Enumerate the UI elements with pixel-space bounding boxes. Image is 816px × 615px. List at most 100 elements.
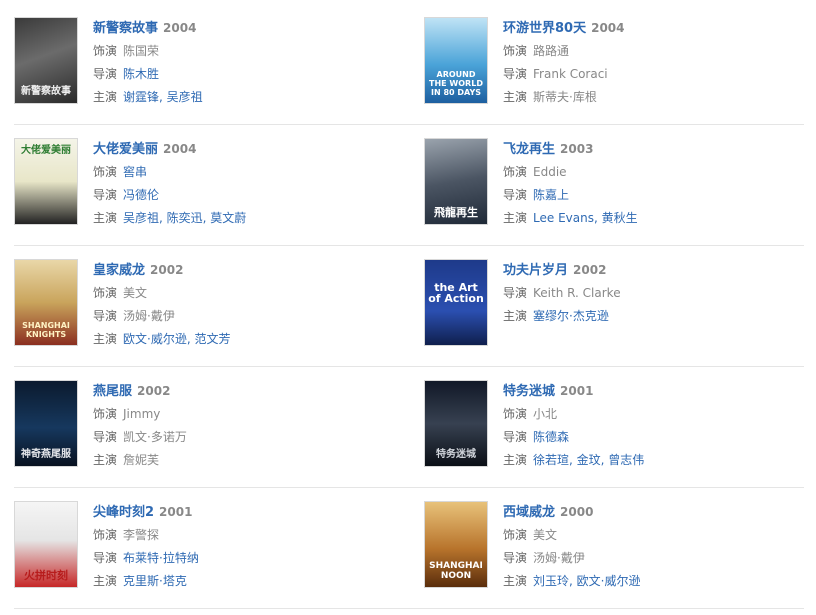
director-link[interactable]: 冯德伦 xyxy=(123,188,159,202)
cast-links[interactable]: 塞缪尔·杰克逊 xyxy=(533,309,609,323)
director-link[interactable]: 陈德森 xyxy=(533,430,569,444)
movie-poster[interactable]: 火拼时刻 xyxy=(14,501,78,588)
movie-poster[interactable]: AROUND THE WORLD IN 80 DAYS xyxy=(424,17,488,104)
movie-year: 2000 xyxy=(560,505,594,519)
poster-title: SHANGHAI KNIGHTS xyxy=(22,321,70,339)
director-label: 导演 xyxy=(503,188,528,202)
director-label: 导演 xyxy=(503,286,528,300)
movie-info: 功夫片岁月 2002 导演 Keith R. Clarke 主演 塞缪尔·杰克逊 xyxy=(503,259,621,366)
poster-title: 飛龍再生 xyxy=(434,206,478,219)
director-label: 导演 xyxy=(93,551,118,565)
movie-info: 燕尾服 2002 饰演 Jimmy 导演 凯文·多诺万 主演 詹妮芙 xyxy=(93,380,187,487)
movie-year: 2004 xyxy=(163,21,197,35)
cast-links[interactable]: 徐若瑄, 金玟, 曾志伟 xyxy=(533,453,644,467)
movie-year: 2001 xyxy=(560,384,594,398)
movie-info: 飞龙再生 2003 饰演 Eddie 导演 陈嘉上 主演 Lee Evans, 黄秋生 xyxy=(503,138,638,245)
cast-links[interactable]: Lee Evans, 黄秋生 xyxy=(533,211,638,225)
director-value: 凯文·多诺万 xyxy=(123,430,187,444)
role-label: 饰演 xyxy=(503,44,528,58)
cast-label: 主演 xyxy=(93,90,118,104)
movie-year: 2002 xyxy=(137,384,171,398)
movie-item: SHANGHAI KNIGHTS 皇家威龙 2002 饰演 美文 导演 汤姆·戴伊 主… xyxy=(14,246,424,366)
movie-year: 2002 xyxy=(150,263,184,277)
director-label: 导演 xyxy=(93,309,118,323)
role-link[interactable]: 窖串 xyxy=(123,165,147,179)
poster-title: 大佬爱美丽 xyxy=(21,145,71,156)
role-value: 路路通 xyxy=(533,44,570,58)
cast-links[interactable]: 吴彦祖, 陈奕迅, 莫文蔚 xyxy=(123,211,246,225)
director-link[interactable]: 陈木胜 xyxy=(123,67,159,81)
cast-value: 詹妮芙 xyxy=(123,453,160,467)
movie-title-link[interactable]: 燕尾服 xyxy=(93,384,132,399)
movie-title-link[interactable]: 大佬爱美丽 xyxy=(93,142,158,157)
role-value: 李警探 xyxy=(123,528,160,542)
director-value: 汤姆·戴伊 xyxy=(123,309,175,323)
role-label: 饰演 xyxy=(93,165,118,179)
movie-poster[interactable]: the Art of Action xyxy=(424,259,488,346)
cast-links[interactable]: 谢霆锋, 吴彦祖 xyxy=(123,90,203,104)
movie-info: 环游世界80天 2004 饰演 路路通 导演 Frank Coraci 主演 斯蒂夫·库… xyxy=(503,17,625,124)
movie-poster[interactable]: 新警察故事 xyxy=(14,17,78,104)
director-label: 导演 xyxy=(93,67,118,81)
movie-title-link[interactable]: 飞龙再生 xyxy=(503,142,555,157)
movie-item: 火拼时刻 尖峰时刻2 2001 饰演 李警探 导演 布莱特·拉特纳 主演 克里斯·塔克 xyxy=(14,488,424,608)
filmography-row: 新警察故事 新警察故事 2004 饰演 陈国荣 导演 陈木胜 主演 谢霆锋, 吴彦祖 A… xyxy=(14,4,804,125)
movie-item: 新警察故事 新警察故事 2004 饰演 陈国荣 导演 陈木胜 主演 谢霆锋, 吴彦祖 xyxy=(14,4,424,124)
movie-title-link[interactable]: 功夫片岁月 xyxy=(503,263,568,278)
movie-title-link[interactable]: 西域威龙 xyxy=(503,505,555,520)
role-label: 饰演 xyxy=(503,528,528,542)
director-value: Frank Coraci xyxy=(533,67,608,81)
cast-label: 主演 xyxy=(503,211,528,225)
movie-item: 特务迷城 特务迷城 2001 饰演 小北 导演 陈德森 主演 徐若瑄, 金玟, 曾志伟 xyxy=(424,367,804,487)
cast-label: 主演 xyxy=(503,574,528,588)
movie-poster[interactable]: 神奇燕尾服 xyxy=(14,380,78,467)
director-value: 汤姆·戴伊 xyxy=(533,551,585,565)
role-value: 陈国荣 xyxy=(123,44,160,58)
cast-label: 主演 xyxy=(503,453,528,467)
movie-poster[interactable]: 大佬爱美丽 xyxy=(14,138,78,225)
movie-poster[interactable]: 特务迷城 xyxy=(424,380,488,467)
movie-year: 2004 xyxy=(163,142,197,156)
cast-links[interactable]: 刘玉玲, 欧文·威尔逊 xyxy=(533,574,640,588)
movie-item: 神奇燕尾服 燕尾服 2002 饰演 Jimmy 导演 凯文·多诺万 主演 詹妮芙 xyxy=(14,367,424,487)
movie-title-link[interactable]: 特务迷城 xyxy=(503,384,555,399)
cast-label: 主演 xyxy=(93,332,118,346)
movie-item: AROUND THE WORLD IN 80 DAYS 环游世界80天 2004 … xyxy=(424,4,804,124)
cast-label: 主演 xyxy=(93,453,118,467)
role-value: Eddie xyxy=(533,165,567,179)
director-label: 导演 xyxy=(503,551,528,565)
movie-poster[interactable]: 飛龍再生 xyxy=(424,138,488,225)
movie-year: 2001 xyxy=(159,505,193,519)
role-label: 饰演 xyxy=(503,165,528,179)
director-link[interactable]: 陈嘉上 xyxy=(533,188,569,202)
movie-info: 新警察故事 2004 饰演 陈国荣 导演 陈木胜 主演 谢霆锋, 吴彦祖 xyxy=(93,17,203,124)
cast-label: 主演 xyxy=(503,90,528,104)
cast-links[interactable]: 克里斯·塔克 xyxy=(123,574,187,588)
role-value: Jimmy xyxy=(123,407,161,421)
poster-title: AROUND THE WORLD IN 80 DAYS xyxy=(429,70,483,97)
poster-title: 火拼时刻 xyxy=(24,569,68,582)
movie-item: 飛龍再生 飞龙再生 2003 饰演 Eddie 导演 陈嘉上 主演 Lee Evans,… xyxy=(424,125,804,245)
movie-title-link[interactable]: 新警察故事 xyxy=(93,21,158,36)
role-label: 饰演 xyxy=(93,44,118,58)
role-label: 饰演 xyxy=(93,528,118,542)
movie-poster[interactable]: SHANGHAI KNIGHTS xyxy=(14,259,78,346)
movie-title-link[interactable]: 环游世界80天 xyxy=(503,21,586,36)
movie-info: 西域威龙 2000 饰演 美文 导演 汤姆·戴伊 主演 刘玉玲, 欧文·威尔逊 xyxy=(503,501,640,608)
cast-links[interactable]: 欧文·威尔逊, 范文芳 xyxy=(123,332,230,346)
movie-info: 特务迷城 2001 饰演 小北 导演 陈德森 主演 徐若瑄, 金玟, 曾志伟 xyxy=(503,380,644,487)
movie-title-link[interactable]: 尖峰时刻2 xyxy=(93,505,154,520)
poster-title: the Art of Action xyxy=(428,281,484,305)
director-link[interactable]: 布莱特·拉特纳 xyxy=(123,551,199,565)
movie-year: 2003 xyxy=(560,142,594,156)
director-label: 导演 xyxy=(93,188,118,202)
cast-value: 斯蒂夫·库根 xyxy=(533,90,597,104)
cast-label: 主演 xyxy=(93,211,118,225)
movie-info: 尖峰时刻2 2001 饰演 李警探 导演 布莱特·拉特纳 主演 克里斯·塔克 xyxy=(93,501,199,608)
movie-title-link[interactable]: 皇家威龙 xyxy=(93,263,145,278)
role-label: 饰演 xyxy=(93,286,118,300)
movie-poster[interactable]: SHANGHAI NOON xyxy=(424,501,488,588)
filmography-row: 火拼时刻 尖峰时刻2 2001 饰演 李警探 导演 布莱特·拉特纳 主演 克里斯·塔克 … xyxy=(14,488,804,609)
poster-title: 新警察故事 xyxy=(21,86,71,97)
role-value: 美文 xyxy=(123,286,148,300)
